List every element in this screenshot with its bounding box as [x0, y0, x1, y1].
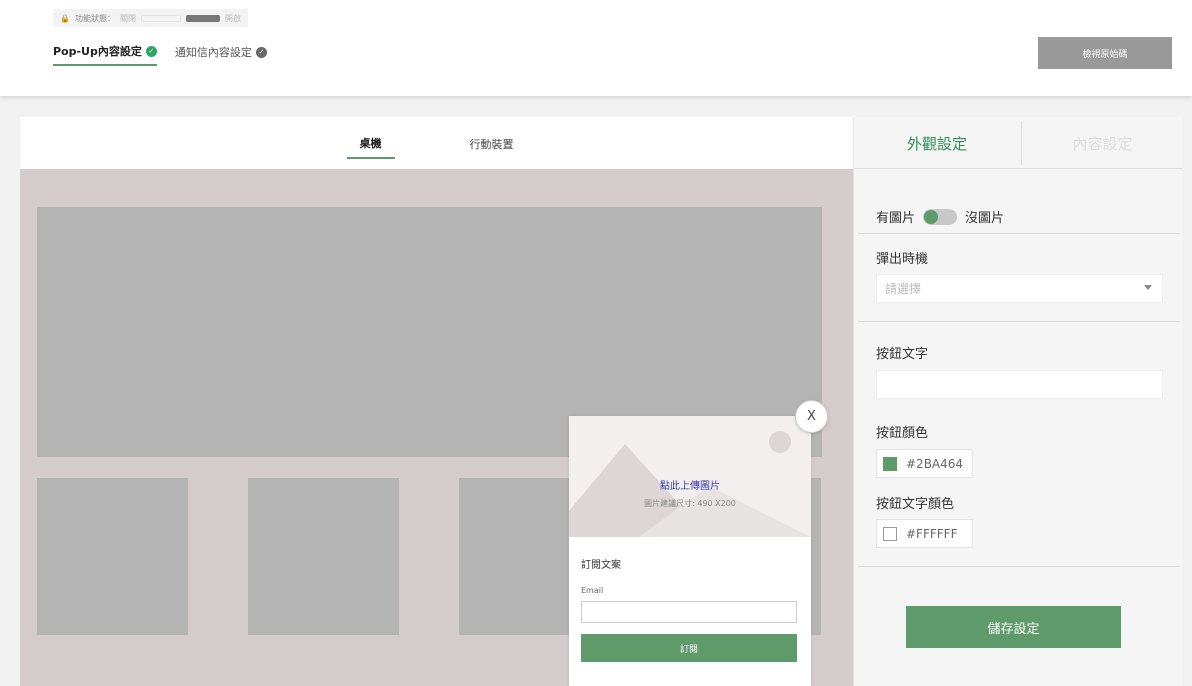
status-on-toggle[interactable]: [185, 14, 220, 22]
trigger-select-value: 請選擇: [885, 282, 922, 296]
device-tabs: 桌機 行動裝置: [20, 117, 853, 169]
button-text-color-label: 按鈕文字顏色: [876, 497, 955, 512]
button-color-value: #2BA464: [906, 456, 964, 471]
check-circle-icon: ✓: [145, 45, 157, 57]
placeholder-card: [37, 478, 188, 635]
image-toggle-switch[interactable]: [923, 208, 958, 225]
settings-panel: 外觀設定 內容設定 有圖片 沒圖片 彈出時機 請選擇 按鈕文字 按鈕顏色 #2B…: [853, 117, 1183, 686]
content-tabs: Pop-Up內容設定 ✓ 通知信內容設定 ✓: [53, 43, 267, 66]
lock-icon: 🔒: [60, 13, 70, 23]
popup-title: 訂閱文案: [581, 560, 621, 571]
tab-mobile[interactable]: 行動裝置: [457, 128, 527, 158]
save-settings-button[interactable]: 儲存設定: [906, 606, 1121, 648]
settings-tabs: 外觀設定 內容設定: [854, 117, 1183, 169]
image-size-hint: 圖片建議尺寸: 490 X200: [644, 499, 736, 508]
tab-notification-content[interactable]: 通知信內容設定 ✓: [175, 43, 267, 66]
button-text-label: 按鈕文字: [876, 347, 929, 362]
no-image-label: 沒圖片: [965, 211, 1005, 226]
popup-preview: 點此上傳圖片 圖片建議尺寸: 490 X200 訂閱文案 Email 訂閱: [569, 416, 811, 686]
button-text-input[interactable]: [876, 370, 1163, 399]
trigger-label: 彈出時機: [876, 252, 929, 267]
tab-desktop[interactable]: 桌機: [346, 127, 395, 159]
color-swatch[interactable]: [883, 526, 897, 541]
tab-appearance[interactable]: 外觀設定: [854, 117, 1020, 169]
status-off-label[interactable]: 關閉: [120, 13, 136, 24]
status-on-label[interactable]: 開啟: [225, 13, 241, 24]
switch-knob: [924, 209, 939, 224]
check-circle-icon: ✓: [255, 46, 267, 58]
email-label: Email: [581, 586, 604, 595]
top-header: 🔒 功能狀態： 關閉 開啟 Pop-Up內容設定 ✓ 通知信內容設定 ✓ 檢視原…: [0, 0, 1192, 96]
tab-label: Pop-Up內容設定: [53, 45, 142, 58]
divider: [858, 233, 1180, 234]
button-text-color-value: #FFFFFF: [906, 526, 958, 541]
image-toggle-row: 有圖片 沒圖片: [876, 207, 1004, 226]
tab-label: 通知信內容設定: [174, 46, 252, 59]
view-source-button[interactable]: 檢視原始碼: [1038, 37, 1172, 69]
close-icon[interactable]: X: [795, 400, 828, 433]
button-text-color-field[interactable]: #FFFFFF: [876, 519, 973, 548]
button-color-field[interactable]: #2BA464: [876, 449, 973, 478]
divider: [858, 321, 1180, 322]
placeholder-card: [248, 478, 399, 635]
trigger-select[interactable]: 請選擇: [876, 274, 1163, 303]
chevron-down-icon: [1144, 285, 1152, 290]
popup-image-area[interactable]: 點此上傳圖片 圖片建議尺寸: 490 X200: [569, 416, 811, 537]
color-swatch[interactable]: [883, 456, 897, 471]
email-field[interactable]: [581, 601, 797, 623]
feature-status-bar: 🔒 功能狀態： 關閉 開啟: [53, 9, 248, 27]
status-label: 功能狀態：: [74, 13, 115, 23]
button-color-label: 按鈕顏色: [876, 426, 929, 441]
upload-image-link[interactable]: 點此上傳圖片: [569, 477, 811, 492]
has-image-label: 有圖片: [876, 211, 916, 226]
tab-content[interactable]: 內容設定: [1021, 121, 1183, 165]
status-off-toggle[interactable]: [140, 14, 181, 22]
subscribe-button[interactable]: 訂閱: [581, 634, 797, 662]
tab-popup-content[interactable]: Pop-Up內容設定 ✓: [53, 43, 157, 66]
divider: [858, 566, 1180, 567]
